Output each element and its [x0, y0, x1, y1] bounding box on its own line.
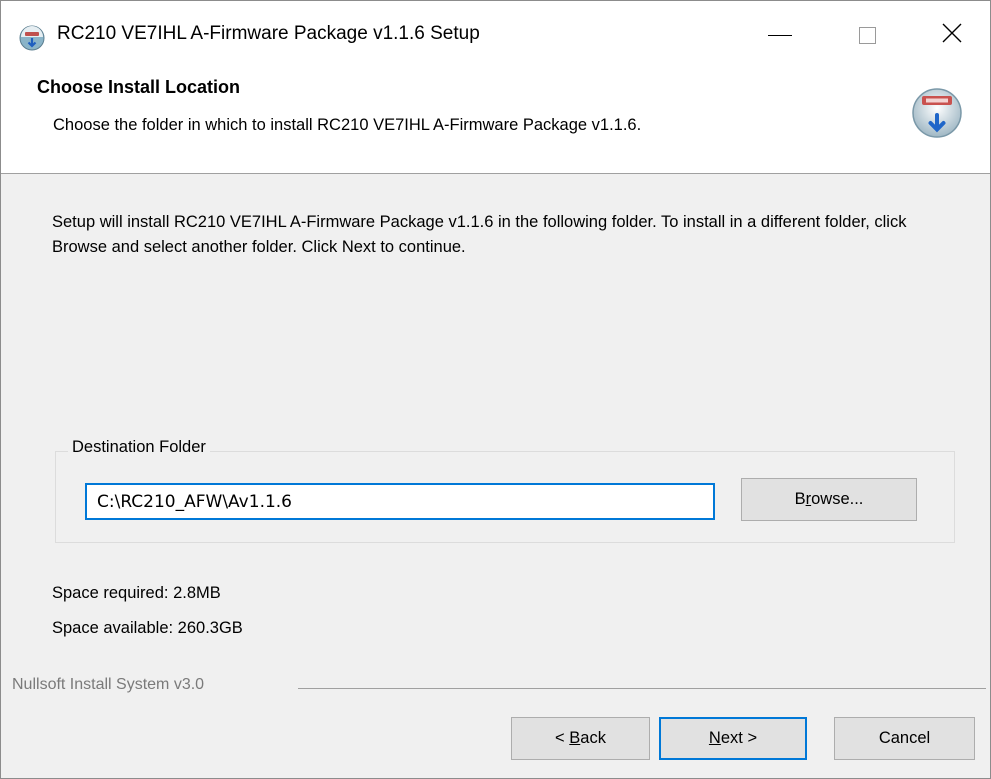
- title-bar[interactable]: RC210 VE7IHL A-Firmware Package v1.1.6 S…: [1, 1, 990, 67]
- next-button[interactable]: Next >: [659, 717, 807, 760]
- nsis-install-icon: [911, 83, 963, 141]
- minimize-icon: [768, 34, 792, 36]
- close-button[interactable]: [912, 2, 991, 68]
- maximize-button[interactable]: [827, 2, 907, 68]
- footer-divider: [298, 688, 986, 689]
- back-button[interactable]: < Back: [511, 717, 650, 760]
- page-title: Choose Install Location: [37, 77, 241, 97]
- space-required-text: Space required: 2.8MB: [52, 584, 221, 602]
- close-icon: [942, 23, 962, 48]
- space-available-text: Space available: 260.3GB: [52, 619, 243, 637]
- nsis-branding: Nullsoft Install System v3.0: [12, 676, 205, 693]
- back-label: < Back: [555, 729, 606, 747]
- destination-folder-label: Destination Folder: [68, 438, 210, 457]
- maximize-icon: [858, 26, 876, 44]
- installer-icon[interactable]: [19, 25, 45, 51]
- cancel-label: Cancel: [878, 729, 931, 747]
- page-subtitle: Choose the folder in which to install RC…: [53, 116, 642, 134]
- page-header: Choose Install Location Choose the folde…: [1, 67, 990, 174]
- window-title: RC210 VE7IHL A-Firmware Package v1.1.6 S…: [57, 23, 480, 44]
- cancel-button[interactable]: Cancel: [834, 717, 975, 760]
- minimize-button[interactable]: [740, 2, 820, 68]
- browse-button[interactable]: Browse...: [741, 478, 917, 521]
- next-label: Next >: [708, 729, 758, 747]
- destination-path-input[interactable]: [85, 483, 715, 520]
- intro-text: Setup will install RC210 VE7IHL A-Firmwa…: [52, 213, 907, 256]
- browse-label: Browse...: [794, 490, 864, 508]
